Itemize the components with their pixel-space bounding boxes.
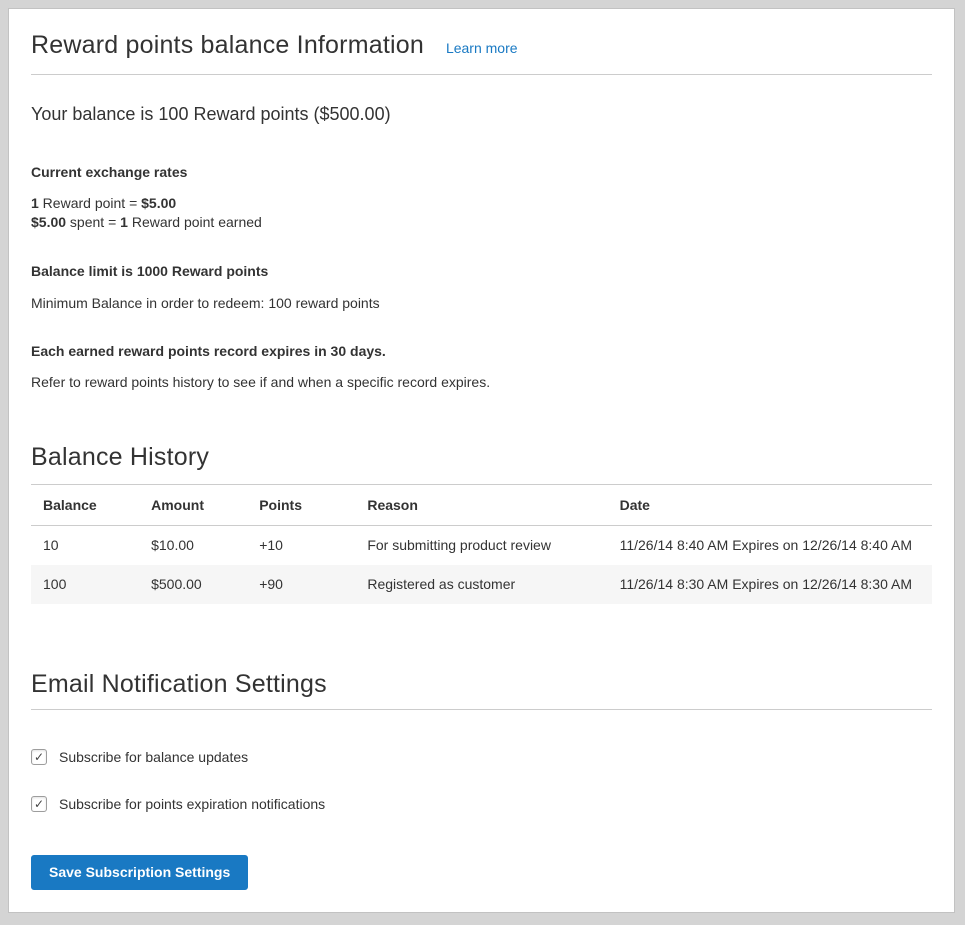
- email-settings-header: Email Notification Settings: [31, 670, 932, 710]
- cell-date: 11/26/14 8:30 AM Expires on 12/26/14 8:3…: [608, 565, 932, 604]
- subscribe-expiration-notifications-row[interactable]: Subscribe for points expiration notifica…: [31, 796, 325, 812]
- exchange-rate-line-1: 1 Reward point = $5.00: [31, 194, 932, 213]
- checkbox-label: Subscribe for points expiration notifica…: [59, 796, 325, 812]
- balance-history-table: Balance Amount Points Reason Date 10 $10…: [31, 484, 932, 604]
- exchange-rate-1-text: Reward point =: [39, 195, 141, 211]
- exchange-rate-2-suffix: Reward point earned: [128, 214, 262, 230]
- table-row: 10 $10.00 +10 For submitting product rev…: [31, 526, 932, 566]
- column-header-balance: Balance: [31, 485, 139, 526]
- expiry-heading: Each earned reward points record expires…: [31, 343, 932, 359]
- exchange-rate-2-text: spent =: [66, 214, 120, 230]
- cell-reason: For submitting product review: [355, 526, 607, 566]
- table-header-row: Balance Amount Points Reason Date: [31, 485, 932, 526]
- balance-message: Your balance is 100 Reward points ($500.…: [31, 104, 932, 125]
- page-header: Reward points balance Information Learn …: [31, 31, 932, 75]
- balance-history-title: Balance History: [31, 443, 932, 472]
- cell-points: +10: [247, 526, 355, 566]
- exchange-rate-2-amount: $5.00: [31, 214, 66, 230]
- expiry-note: Refer to reward points history to see if…: [31, 374, 932, 390]
- subscribe-balance-updates-row[interactable]: Subscribe for balance updates: [31, 749, 248, 765]
- table-row: 100 $500.00 +90 Registered as customer 1…: [31, 565, 932, 604]
- minimum-balance-note: Minimum Balance in order to redeem: 100 …: [31, 295, 932, 311]
- exchange-rate-1-amount: $5.00: [141, 195, 176, 211]
- reward-points-panel: Reward points balance Information Learn …: [8, 8, 955, 913]
- cell-amount: $500.00: [139, 565, 247, 604]
- cell-date: 11/26/14 8:40 AM Expires on 12/26/14 8:4…: [608, 526, 932, 566]
- exchange-rates-heading: Current exchange rates: [31, 164, 932, 180]
- exchange-rate-2-points: 1: [120, 214, 128, 230]
- save-subscription-settings-button[interactable]: Save Subscription Settings: [31, 855, 248, 890]
- cell-balance: 100: [31, 565, 139, 604]
- exchange-rates-lines: 1 Reward point = $5.00 $5.00 spent = 1 R…: [31, 194, 932, 232]
- exchange-rate-line-2: $5.00 spent = 1 Reward point earned: [31, 213, 932, 232]
- learn-more-link[interactable]: Learn more: [446, 40, 518, 56]
- column-header-reason: Reason: [355, 485, 607, 526]
- cell-reason: Registered as customer: [355, 565, 607, 604]
- cell-balance: 10: [31, 526, 139, 566]
- balance-limit-heading: Balance limit is 1000 Reward points: [31, 263, 932, 279]
- checkbox-label: Subscribe for balance updates: [59, 749, 248, 765]
- column-header-amount: Amount: [139, 485, 247, 526]
- cell-points: +90: [247, 565, 355, 604]
- column-header-date: Date: [608, 485, 932, 526]
- email-settings-title: Email Notification Settings: [31, 670, 932, 699]
- page-title: Reward points balance Information: [31, 31, 424, 60]
- exchange-rate-1-points: 1: [31, 195, 39, 211]
- column-header-points: Points: [247, 485, 355, 526]
- cell-amount: $10.00: [139, 526, 247, 566]
